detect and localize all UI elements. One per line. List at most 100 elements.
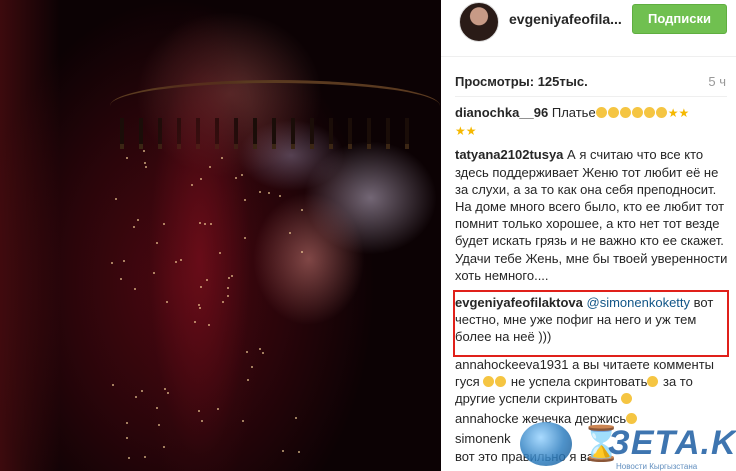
glitter-dot-decoration	[278, 195, 281, 198]
glitter-dot-decoration	[301, 208, 304, 211]
comment-text: не успела скринтовать	[510, 373, 648, 389]
glitter-dot-decoration	[220, 157, 223, 160]
emoji-icon	[621, 393, 633, 405]
glitter-dot-decoration	[289, 231, 292, 234]
post-photo[interactable]	[0, 0, 441, 471]
emoji-icon	[643, 107, 655, 118]
glitter-dot-decoration	[227, 295, 230, 298]
emoji-icon	[647, 375, 659, 387]
comment-username[interactable]: simonenk	[455, 431, 511, 446]
glitter-dot-decoration	[258, 190, 261, 193]
glitter-dot-decoration	[204, 223, 207, 226]
glitter-dot-decoration	[199, 222, 202, 225]
glitter-dot-decoration	[281, 450, 284, 453]
watermark-brand: ЗЕТА.KG	[608, 424, 736, 462]
glitter-dot-decoration	[219, 252, 222, 255]
instagram-post-view: evgeniyafeofila... Подписки Просмотры: 1…	[0, 0, 736, 471]
glitter-dot-decoration	[145, 165, 148, 168]
highlight-box	[453, 290, 729, 357]
hourglass-icon: ⌛	[580, 425, 623, 463]
glitter-dot-decoration	[197, 303, 200, 306]
glitter-dot-decoration	[197, 409, 200, 412]
glitter-dot-decoration	[122, 260, 125, 263]
glitter-dot-decoration	[155, 407, 158, 410]
glitter-dot-decoration	[208, 323, 211, 326]
comment-item: annahockeeva1931 а вы читаете комменты г…	[455, 356, 733, 408]
glitter-dot-decoration	[156, 241, 159, 244]
glitter-dot-decoration	[268, 192, 271, 195]
glitter-dot-decoration	[135, 395, 138, 398]
glitter-dot-decoration	[111, 384, 114, 387]
glitter-dot-decoration	[165, 301, 168, 304]
emoji-icon	[619, 107, 631, 118]
glitter-dot-decoration	[244, 237, 247, 240]
emoji-icon	[595, 107, 607, 118]
glitter-dot-decoration	[163, 446, 166, 449]
star-icon: ★★	[455, 124, 477, 139]
views-count: Просмотры: 125тыс.	[455, 74, 588, 89]
comment-text: Платье	[551, 105, 596, 120]
comment-username[interactable]: annahocke	[455, 411, 519, 426]
glitter-dot-decoration	[174, 260, 177, 263]
glitter-dot-decoration	[166, 392, 169, 395]
glitter-dot-decoration	[244, 198, 247, 201]
glitter-dot-decoration	[261, 352, 264, 355]
site-watermark: ⌛ ЗЕТА.KG Новости Кыргызстана	[520, 418, 736, 471]
glitter-dot-decoration	[190, 183, 193, 186]
glitter-dot-decoration	[230, 274, 233, 277]
glitter-dot-decoration	[251, 366, 254, 369]
post-time[interactable]: 5 ч	[708, 74, 726, 89]
comment-text: А я считаю что все кто здесь поддерживае…	[455, 147, 728, 283]
glitter-dot-decoration	[162, 223, 165, 226]
glitter-dot-decoration	[209, 222, 212, 225]
glitter-dot-decoration	[301, 250, 304, 253]
emoji-icon	[607, 107, 619, 118]
comment-username[interactable]: tatyana2102tusya	[455, 147, 563, 162]
glitter-dot-decoration	[193, 320, 196, 323]
glitter-dot-decoration	[205, 278, 208, 281]
emoji-icon	[483, 375, 495, 387]
star-icon: ★★	[667, 106, 690, 120]
photo-glitter-decoration	[0, 0, 441, 471]
glitter-dot-decoration	[125, 422, 128, 425]
glitter-dot-decoration	[144, 455, 147, 458]
glitter-dot-decoration	[200, 286, 203, 289]
glitter-dot-decoration	[143, 161, 146, 164]
glitter-dot-decoration	[247, 378, 250, 381]
emoji-icon	[655, 107, 667, 118]
glitter-dot-decoration	[234, 176, 237, 179]
glitter-dot-decoration	[119, 277, 122, 280]
post-side-panel: evgeniyafeofila... Подписки Просмотры: 1…	[441, 0, 736, 471]
glitter-dot-decoration	[111, 261, 114, 264]
glitter-dot-decoration	[242, 419, 245, 422]
author-username[interactable]: evgeniyafeofila...	[509, 11, 622, 27]
avatar[interactable]	[459, 2, 499, 42]
glitter-dot-decoration	[201, 420, 204, 423]
comment-item: dianochka__96 Платье ★★ ★★	[455, 104, 733, 140]
glitter-dot-decoration	[259, 348, 262, 351]
emoji-icon	[631, 107, 643, 118]
glitter-dot-decoration	[246, 350, 249, 353]
glitter-dot-decoration	[227, 286, 230, 289]
glitter-dot-decoration	[114, 197, 117, 200]
glitter-dot-decoration	[127, 457, 130, 460]
glitter-dot-decoration	[200, 177, 203, 180]
glitter-dot-decoration	[133, 225, 136, 228]
follow-button[interactable]: Подписки	[632, 4, 727, 34]
comments-list: dianochka__96 Платье ★★ ★★ tatyana2102tusy…	[455, 104, 733, 468]
comment-username[interactable]: dianochka__96	[455, 105, 548, 120]
glitter-dot-decoration	[295, 416, 298, 419]
glitter-dot-decoration	[157, 424, 160, 427]
glitter-dot-decoration	[208, 166, 211, 169]
globe-icon	[520, 422, 572, 466]
comment-item: tatyana2102tusya А я считаю что все кто …	[455, 146, 733, 284]
glitter-dot-decoration	[198, 306, 201, 309]
glitter-dot-decoration	[126, 156, 129, 159]
glitter-dot-decoration	[140, 389, 143, 392]
watermark-subtitle: Новости Кыргызстана	[616, 462, 698, 471]
glitter-dot-decoration	[153, 272, 156, 274]
glitter-dot-decoration	[217, 407, 220, 410]
comment-username[interactable]: annahockeeva1931	[455, 357, 569, 372]
glitter-dot-decoration	[164, 387, 167, 390]
post-header: evgeniyafeofila... Подписки	[441, 0, 736, 57]
